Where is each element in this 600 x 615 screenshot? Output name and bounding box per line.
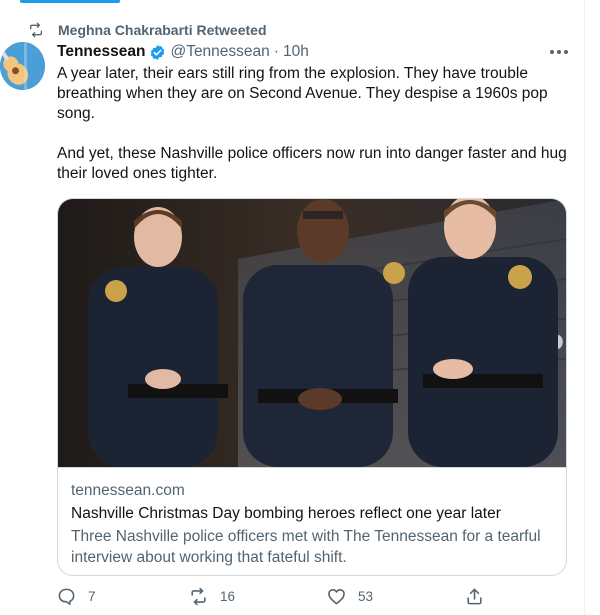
author-handle[interactable]: @Tennessean (170, 43, 269, 61)
more-options-button[interactable] (548, 44, 570, 60)
retweet-button[interactable]: 16 (189, 587, 235, 606)
card-domain: tennessean.com (71, 482, 185, 499)
retweet-label: Meghna Chakrabarti Retweeted (58, 22, 267, 38)
tweet-paragraph-2: And yet, these Nashville police officers… (57, 145, 567, 182)
reply-count: 7 (88, 589, 96, 604)
heart-icon (328, 588, 345, 605)
share-button[interactable] (465, 587, 496, 606)
like-count: 53 (358, 589, 374, 604)
like-button[interactable]: 53 (327, 587, 373, 606)
retweet-icon (30, 22, 42, 38)
share-icon (467, 588, 482, 605)
retweet-context[interactable]: Meghna Chakrabarti Retweeted (28, 21, 267, 39)
reply-icon (58, 588, 75, 605)
tweet-text: A year later, their ears still ring from… (57, 64, 572, 184)
verified-badge-icon (151, 44, 165, 60)
retweet-count: 16 (220, 589, 236, 604)
tennessean-logo-icon (0, 42, 45, 90)
card-description: Three Nashville police officers met with… (71, 528, 541, 566)
card-title[interactable]: Nashville Christmas Day bombing heroes r… (71, 503, 553, 524)
card-image-police-officers: P (58, 199, 566, 467)
reply-button[interactable]: 7 (57, 587, 96, 606)
link-preview-card[interactable]: P tennessean.com (57, 198, 567, 576)
retweet-icon (191, 587, 206, 606)
card-text: tennessean.com Nashville Christmas Day b… (58, 467, 566, 568)
more-options-icon (550, 50, 568, 54)
tweet-paragraph-1: A year later, their ears still ring from… (57, 65, 548, 122)
active-tab-indicator (20, 0, 120, 3)
tweet-action-bar: 7 16 53 (57, 587, 517, 609)
tweet-header: Tennessean @Tennessean · 10h (57, 42, 309, 62)
author-name[interactable]: Tennessean (57, 43, 145, 61)
header-separator: · (273, 43, 279, 60)
tweet-timestamp[interactable]: 10h (283, 43, 309, 61)
column-border (584, 0, 585, 615)
author-avatar[interactable] (0, 42, 45, 90)
